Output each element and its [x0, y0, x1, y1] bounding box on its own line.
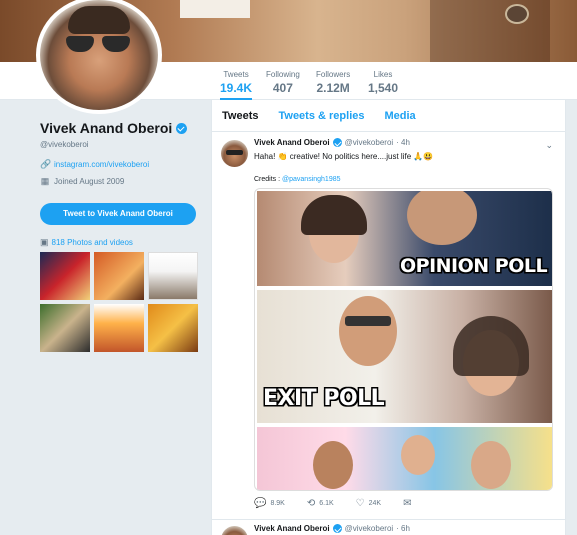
media-panel-exit-poll: EXIT POLL — [257, 290, 552, 423]
photo-thumbnail[interactable] — [40, 252, 90, 300]
retweet-icon: ⟲ — [306, 498, 316, 509]
verified-badge-icon — [332, 524, 342, 533]
stat-likes[interactable]: Likes 1,540 — [368, 70, 398, 95]
profile-name-row: Vivek Anand Oberoi — [40, 120, 200, 136]
stat-value: 19.4K — [220, 81, 253, 95]
media-glasses — [345, 316, 391, 326]
reply-count: 8.9K — [270, 500, 285, 507]
media-hair — [453, 316, 529, 376]
stat-label: Followers — [316, 70, 351, 79]
profile-handle[interactable]: @vivekoberoi — [40, 140, 200, 149]
tweet-header: Vivek Anand Oberoi @vivekoberoi · 6h — [254, 524, 555, 533]
photos-link[interactable]: 818 Photos and videos — [52, 238, 133, 247]
like-count: 24K — [368, 500, 382, 507]
tweet-timestamp[interactable]: · 4h — [396, 138, 410, 147]
avatar-image — [40, 0, 158, 110]
calendar-icon: ▦ — [40, 176, 50, 186]
media-face — [313, 441, 353, 489]
reply-icon: 💬 — [254, 498, 267, 509]
profile-website-row: 🔗 instagram.com/vivekoberoi — [40, 159, 200, 170]
tweet-actions: 💬 8.9K ⟲ 6.1K ♡ 24K ✉ — [254, 498, 411, 509]
verified-badge-icon — [176, 122, 188, 134]
stat-following[interactable]: Following 407 — [266, 70, 300, 95]
tweet-author-handle[interactable]: @vivekoberoi — [345, 138, 394, 147]
stat-label: Likes — [373, 70, 393, 79]
photos-link-row[interactable]: ▣ 818 Photos and videos — [40, 237, 200, 248]
heart-icon: ♡ — [355, 498, 365, 509]
photo-thumbnail[interactable] — [148, 304, 198, 352]
tweet-author-handle[interactable]: @vivekoberoi — [345, 524, 394, 533]
stat-followers[interactable]: Followers 2.12M — [316, 70, 350, 95]
media-hair — [301, 195, 367, 235]
banner-watch — [505, 4, 529, 24]
tweet-avatar[interactable] — [221, 526, 248, 535]
photo-thumbnail[interactable] — [94, 304, 144, 352]
tab-tweets-replies[interactable]: Tweets & replies — [278, 110, 364, 122]
profile-website-link[interactable]: instagram.com/vivekoberoi — [54, 160, 149, 169]
verified-badge-icon — [332, 138, 342, 147]
photo-thumbnail[interactable] — [40, 304, 90, 352]
timeline: Tweets Tweets & replies Media Vivek Anan… — [211, 100, 566, 535]
envelope-icon: ✉ — [403, 498, 412, 509]
tweet-author-name[interactable]: Vivek Anand Oberoi — [254, 524, 330, 533]
banner-detail — [180, 0, 250, 18]
media-panel-family — [257, 427, 552, 490]
tweet[interactable]: Vivek Anand Oberoi @vivekoberoi · 6h — [212, 520, 565, 535]
photo-icon: ▣ — [40, 237, 49, 247]
media-face — [401, 435, 435, 475]
stat-label: Tweets — [223, 70, 249, 79]
avatar-hair — [68, 6, 130, 34]
stat-label: Following — [266, 70, 300, 79]
tweet[interactable]: Vivek Anand Oberoi @vivekoberoi · 4h ⌄ H… — [212, 132, 565, 520]
banner-detail — [430, 0, 550, 62]
tweet-text: Haha! 👏 creative! No politics here....ju… — [254, 152, 434, 161]
link-icon: 🔗 — [40, 159, 52, 169]
tab-tweets[interactable]: Tweets — [222, 110, 258, 122]
reply-button[interactable]: 💬 8.9K — [254, 498, 285, 509]
media-panel-opinion-poll: OPINION POLL — [257, 191, 552, 286]
tweet-credits: Credits : @pavansingh1985 — [254, 176, 555, 183]
profile-card: Vivek Anand Oberoi @vivekoberoi 🔗 instag… — [40, 120, 200, 352]
tweet-to-button[interactable]: Tweet to Vivek Anand Oberoi — [40, 203, 196, 225]
stat-value: 1,540 — [368, 81, 399, 95]
message-button[interactable]: ✉ — [403, 498, 411, 509]
profile-joined: Joined August 2009 — [54, 177, 125, 186]
avatar-sunglasses — [66, 36, 132, 52]
profile-joined-row: ▦ Joined August 2009 — [40, 176, 200, 187]
like-button[interactable]: ♡ 24K — [356, 498, 381, 509]
credits-label: Credits : — [254, 176, 283, 183]
stat-tweets[interactable]: Tweets 19.4K — [220, 70, 253, 101]
tab-media[interactable]: Media — [384, 110, 415, 122]
tweet-author-name[interactable]: Vivek Anand Oberoi — [254, 138, 330, 147]
profile-name[interactable]: Vivek Anand Oberoi — [40, 120, 172, 136]
retweet-count: 6.1K — [319, 500, 334, 507]
stat-value: 2.12M — [316, 81, 350, 95]
stat-value: 407 — [272, 81, 293, 95]
media-face — [339, 296, 397, 366]
chevron-down-icon[interactable]: ⌄ — [545, 140, 553, 151]
credits-mention-link[interactable]: @pavansingh1985 — [282, 176, 341, 183]
photo-grid — [40, 252, 200, 352]
photo-thumbnail[interactable] — [148, 252, 198, 300]
tweet-timestamp[interactable]: · 6h — [396, 524, 410, 533]
retweet-button[interactable]: ⟲ 6.1K — [307, 498, 334, 509]
media-face — [407, 191, 477, 245]
tweet-avatar[interactable] — [221, 140, 248, 167]
tweet-header: Vivek Anand Oberoi @vivekoberoi · 4h — [254, 138, 555, 147]
photo-thumbnail[interactable] — [94, 252, 144, 300]
tweet-media-image[interactable]: OPINION POLL EXIT POLL — [254, 188, 553, 491]
exit-poll-caption: EXIT POLL — [263, 386, 385, 411]
timeline-tabs: Tweets Tweets & replies Media — [212, 100, 565, 132]
profile-avatar[interactable] — [36, 0, 162, 114]
opinion-poll-caption: OPINION POLL — [400, 255, 548, 277]
media-face — [471, 441, 511, 489]
